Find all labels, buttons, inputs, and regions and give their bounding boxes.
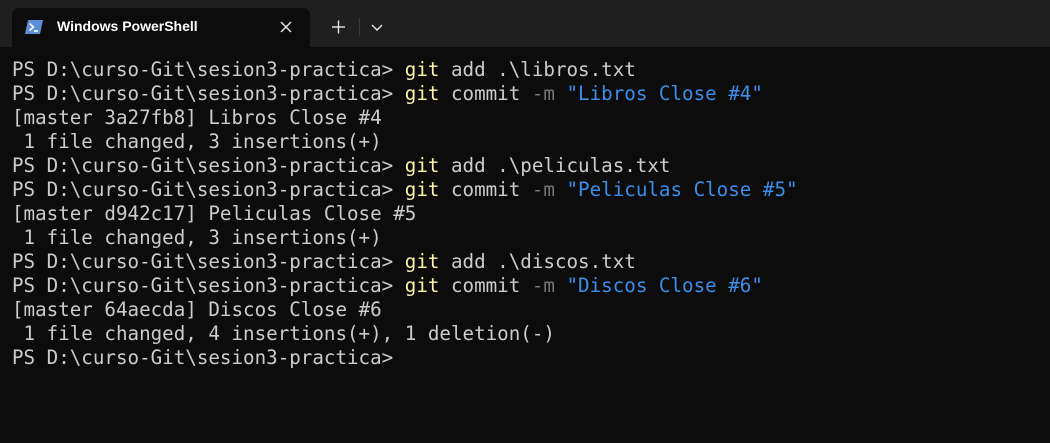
chevron-down-icon[interactable] [364,13,390,41]
output-line: [master d942c17] Peliculas Close #5 [12,202,1042,226]
tab-powershell[interactable]: Windows PowerShell [12,8,310,47]
titlebar-divider [359,18,360,36]
command-flag: -m [531,178,555,201]
command-args: commit [439,178,532,201]
powershell-icon [25,19,43,35]
command-args: add .\libros.txt [439,58,636,81]
output-line: 1 file changed, 3 insertions(+) [12,130,1042,154]
output-text: [master 3a27fb8] Libros Close #4 [12,106,382,129]
prompt-text: PS D:\curso-Git\sesion3-practica> [12,346,405,369]
title-bar[interactable]: Windows PowerShell [0,0,1050,47]
output-text: 1 file changed, 4 insertions(+), 1 delet… [12,322,555,345]
output-line: [master 3a27fb8] Libros Close #4 [12,106,1042,130]
command-line: PS D:\curso-Git\sesion3-practica> git co… [12,274,1042,298]
prompt-text: PS D:\curso-Git\sesion3-practica> [12,154,405,177]
command-line: PS D:\curso-Git\sesion3-practica> git co… [12,82,1042,106]
output-text: 1 file changed, 3 insertions(+) [12,226,382,249]
output-line: [master 64aecda] Discos Close #6 [12,298,1042,322]
output-text: [master d942c17] Peliculas Close #5 [12,202,417,225]
command-string: "Peliculas Close #5" [554,178,798,201]
prompt-text: PS D:\curso-Git\sesion3-practica> [12,274,405,297]
command-args: add .\discos.txt [439,250,636,273]
close-icon[interactable] [276,17,296,37]
command-line: PS D:\curso-Git\sesion3-practica> git ad… [12,154,1042,178]
terminal-window: Windows PowerShell PS D:\curso-Git\sesio… [0,0,1050,443]
command-string: "Discos Close #6" [554,274,763,297]
command-line: PS D:\curso-Git\sesion3-practica> git ad… [12,58,1042,82]
prompt-text: PS D:\curso-Git\sesion3-practica> [12,178,405,201]
command-flag: -m [531,274,555,297]
command-name: git [404,58,440,81]
command-flag: -m [531,82,555,105]
command-name: git [404,82,440,105]
command-args: add .\peliculas.txt [439,154,671,177]
command-line: PS D:\curso-Git\sesion3-practica> git co… [12,178,1042,202]
prompt-text: PS D:\curso-Git\sesion3-practica> [12,250,405,273]
output-line: 1 file changed, 4 insertions(+), 1 delet… [12,322,1042,346]
prompt-line: PS D:\curso-Git\sesion3-practica> [12,346,1042,370]
prompt-text: PS D:\curso-Git\sesion3-practica> [12,58,405,81]
command-args: commit [439,274,532,297]
command-line: PS D:\curso-Git\sesion3-practica> git ad… [12,250,1042,274]
command-name: git [404,250,440,273]
plus-icon[interactable] [322,13,354,41]
output-text: 1 file changed, 3 insertions(+) [12,130,382,153]
terminal-output[interactable]: PS D:\curso-Git\sesion3-practica> git ad… [12,58,1042,438]
output-text: [master 64aecda] Discos Close #6 [12,298,382,321]
output-line: 1 file changed, 3 insertions(+) [12,226,1042,250]
prompt-text: PS D:\curso-Git\sesion3-practica> [12,82,405,105]
command-string: "Libros Close #4" [554,82,763,105]
command-name: git [404,274,440,297]
tab-title: Windows PowerShell [57,18,198,34]
command-name: git [404,178,440,201]
command-name: git [404,154,440,177]
command-args: commit [439,82,532,105]
